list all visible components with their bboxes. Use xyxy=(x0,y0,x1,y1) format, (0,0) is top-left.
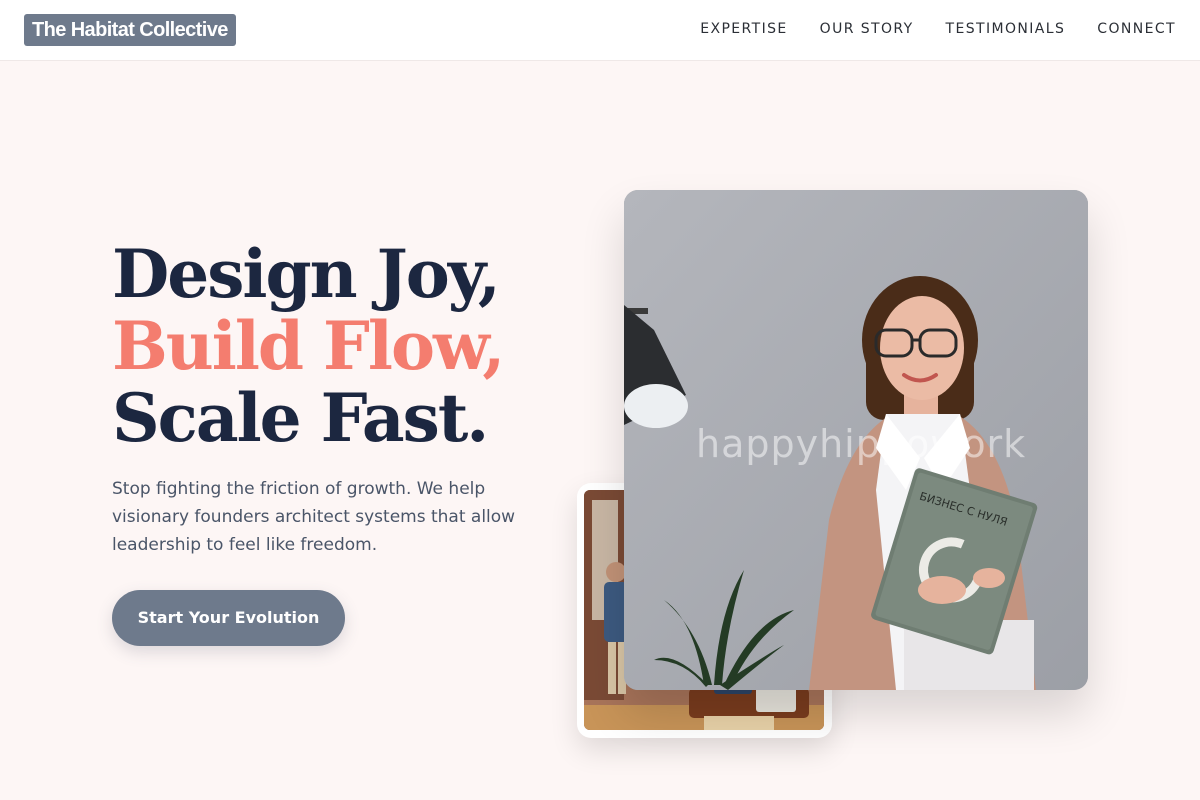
top-navigation-bar: The Habitat Collective EXPERTISE OUR STO… xyxy=(0,0,1200,61)
brand-logo[interactable]: The Habitat Collective xyxy=(24,14,236,46)
nav-link-our-story[interactable]: OUR STORY xyxy=(820,19,914,39)
headline-line-2: Build Flow, xyxy=(112,307,505,385)
start-evolution-button[interactable]: Start Your Evolution xyxy=(112,590,345,646)
hero-headline: Design Joy, Build Flow, Scale Fast. xyxy=(112,235,505,457)
photo-watermark: happyhippowork xyxy=(696,422,1027,466)
nav-link-connect[interactable]: CONNECT xyxy=(1097,19,1176,39)
hero-description: Stop fighting the friction of growth. We… xyxy=(112,479,516,555)
nav-link-testimonials[interactable]: TESTIMONIALS xyxy=(946,19,1066,39)
nav-link-expertise[interactable]: EXPERTISE xyxy=(700,19,787,39)
main-nav: EXPERTISE OUR STORY TESTIMONIALS CONNECT xyxy=(668,19,1176,39)
founder-portrait-photo: БИЗНЕС С НУЛЯ happyhippowork xyxy=(624,190,1088,690)
headline-line-3: Scale Fast. xyxy=(112,379,489,457)
headline-line-1: Design Joy, xyxy=(112,235,501,313)
